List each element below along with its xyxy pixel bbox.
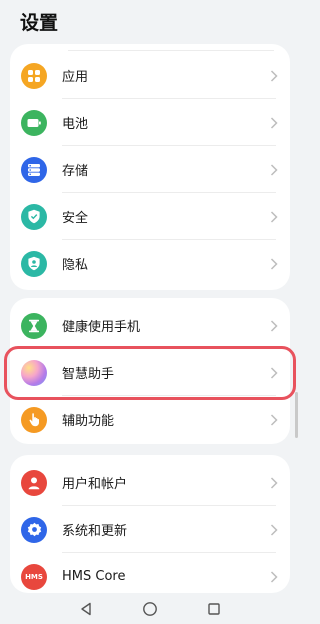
chevron-right-icon [270, 210, 278, 223]
settings-item-label: 系统和更新 [62, 524, 128, 539]
back-button[interactable] [77, 600, 95, 618]
user-icon [21, 469, 47, 496]
settings-group-1: 应用 电池 存储 安全 隐私 [10, 44, 290, 290]
settings-item-label: 存储 [62, 164, 89, 179]
system-navigation-bar [0, 594, 300, 624]
chevron-right-icon [270, 163, 278, 176]
settings-item-label: 用户和帐户 [62, 477, 128, 492]
settings-item-system-update[interactable]: 系统和更新 [10, 506, 290, 553]
settings-item-hms-core[interactable]: HMS HMS Core [10, 553, 290, 593]
hourglass-icon [21, 312, 47, 339]
settings-item-label: 电池 [62, 117, 89, 132]
settings-item-accessibility[interactable]: 辅助功能 [10, 396, 290, 443]
settings-item-label: 智慧助手 [62, 367, 115, 382]
settings-item-apps[interactable]: 应用 [10, 52, 290, 99]
gear-icon [21, 516, 47, 543]
settings-item-battery[interactable]: 电池 [10, 99, 290, 146]
home-icon [143, 602, 157, 616]
settings-item-label: HMS Core [62, 569, 126, 584]
settings-item-privacy[interactable]: 隐私 [10, 240, 290, 287]
hms-icon-text: HMS [25, 572, 43, 581]
chevron-right-icon [270, 257, 278, 270]
battery-icon [21, 109, 47, 136]
apps-icon [21, 62, 47, 89]
settings-item-security[interactable]: 安全 [10, 193, 290, 240]
chevron-right-icon [270, 413, 278, 426]
chevron-right-icon [270, 69, 278, 82]
hms-icon: HMS [21, 563, 47, 590]
settings-item-users-accounts[interactable]: 用户和帐户 [10, 459, 290, 506]
chevron-right-icon [270, 319, 278, 332]
settings-item-digital-balance[interactable]: 健康使用手机 [10, 302, 290, 349]
recents-button[interactable] [205, 600, 223, 618]
settings-item-label: 健康使用手机 [62, 320, 141, 335]
settings-item-label: 隐私 [62, 258, 89, 273]
page-title: 设置 [20, 12, 59, 34]
back-icon [81, 602, 91, 616]
chevron-right-icon [270, 476, 278, 489]
settings-item-storage[interactable]: 存储 [10, 146, 290, 193]
scrollbar[interactable] [295, 392, 298, 438]
settings-group-2: 健康使用手机 智慧助手 辅助功能 [10, 298, 290, 444]
shield-icon [21, 203, 47, 230]
privacy-icon [21, 250, 47, 277]
home-button[interactable] [141, 600, 159, 618]
settings-group-3: 用户和帐户 系统和更新 HMS HMS Core [10, 455, 290, 593]
chevron-right-icon [270, 116, 278, 129]
settings-item-label: 应用 [62, 70, 89, 85]
settings-screen: 设置 应用 电池 存储 安全 隐私 健康使用手机 智慧助手 辅助功能 用户和帐户… [0, 0, 300, 624]
settings-item-label: 辅助功能 [62, 414, 115, 429]
chevron-right-icon [270, 523, 278, 536]
storage-icon [21, 156, 47, 183]
chevron-right-icon [270, 570, 278, 583]
settings-item-label: 安全 [62, 211, 89, 226]
assistant-orb-icon [21, 359, 47, 386]
recents-icon [208, 603, 220, 615]
accessibility-hand-icon [21, 406, 47, 433]
settings-item-smart-assistant[interactable]: 智慧助手 [10, 349, 290, 396]
chevron-right-icon [270, 366, 278, 379]
